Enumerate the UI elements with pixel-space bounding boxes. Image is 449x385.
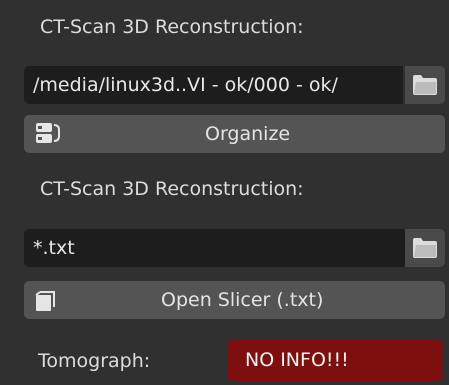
directory-path-field[interactable]: /media/linux3d..VI - ok/000 - ok/ — [24, 66, 403, 104]
section-title-reconstruction-2: CT-Scan 3D Reconstruction: — [40, 178, 304, 200]
open-slicer-button-label: Open Slicer (.txt) — [161, 289, 324, 311]
organize-button[interactable]: Organize — [24, 115, 445, 153]
ct-scan-panel: CT-Scan 3D Reconstruction: /media/linux3… — [0, 0, 449, 385]
organize-button-label: Organize — [205, 123, 291, 145]
browse-folder-button[interactable] — [405, 66, 445, 104]
tomograph-label: Tomograph: — [38, 350, 151, 372]
tomograph-status-badge: NO INFO!!! — [228, 340, 443, 381]
folder-icon — [413, 238, 437, 258]
browse-file-button[interactable] — [405, 229, 445, 267]
open-slicer-button[interactable]: Open Slicer (.txt) — [24, 281, 445, 319]
file-filter-field[interactable]: *.txt — [24, 229, 406, 267]
section-title-reconstruction: CT-Scan 3D Reconstruction: — [40, 16, 304, 38]
organize-icon — [36, 123, 60, 143]
slicer-icon — [35, 291, 55, 311]
folder-icon — [413, 75, 437, 95]
